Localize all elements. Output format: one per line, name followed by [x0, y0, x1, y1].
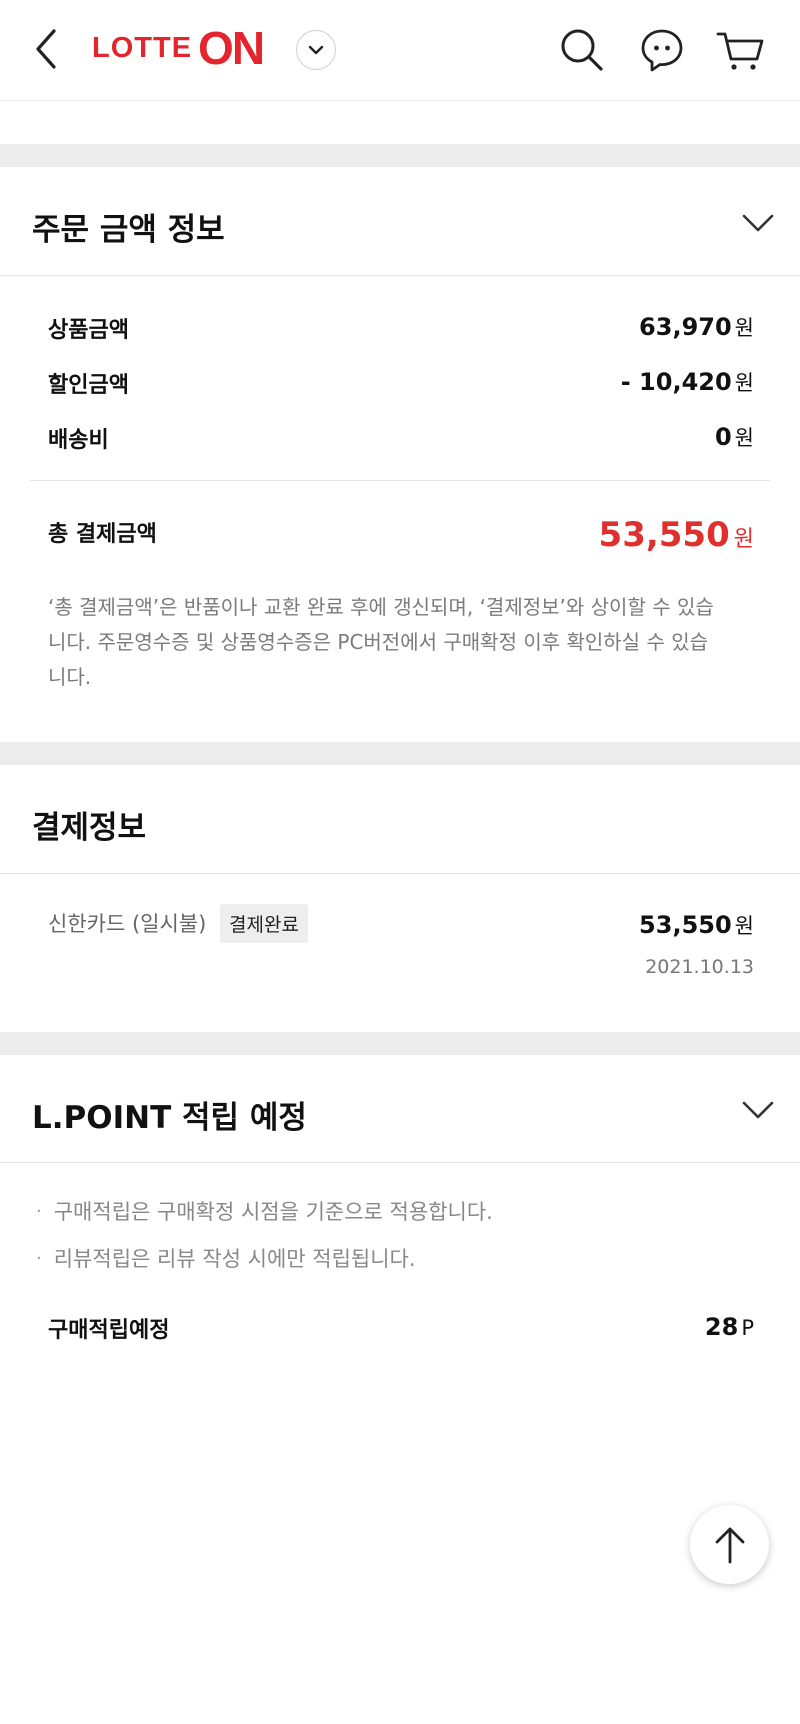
notice-line: ‘총 결제금액’은 반품이나 교환 완료 후에 갱신되며, ‘결제정보’와 상이…	[48, 595, 714, 619]
payment-date: 2021.10.13	[645, 956, 754, 978]
scroll-to-top-button[interactable]	[690, 1505, 769, 1584]
app-header: LOTTE ON	[0, 0, 800, 101]
chevron-down-icon	[742, 1101, 774, 1119]
lpoint-notice-text: 리뷰적립은 리뷰 작성 시에만 적립됩니다.	[53, 1247, 416, 1271]
logo-on-text: ON	[198, 22, 265, 74]
currency-unit: 원	[734, 371, 754, 395]
currency-unit: 원	[734, 426, 754, 450]
lpoint-notice-text: 구매적립은 구매확정 시점을 기준으로 적용합니다.	[53, 1200, 493, 1224]
arrow-up-icon	[715, 1527, 744, 1563]
order-amount-title: 주문 금액 정보	[32, 212, 225, 248]
lpoint-notice-item: · 구매적립은 구매확정 시점을 기준으로 적용합니다.	[36, 1196, 493, 1226]
section-separator	[0, 144, 800, 167]
back-arrow-icon	[36, 29, 56, 69]
bullet-dot: ·	[36, 1200, 42, 1222]
divider	[0, 1162, 800, 1163]
section-separator	[0, 742, 800, 765]
expected-points-number: 28	[704, 1313, 739, 1341]
product-amount-number: 63,970	[639, 313, 732, 341]
order-amount-toggle[interactable]	[740, 211, 776, 235]
notice-line: 니다.	[48, 665, 92, 689]
chevron-down-icon	[308, 45, 324, 55]
notice-line: 니다. 주문영수증 및 상품영수증은 PC버전에서 구매확정 이후 확인하실 수…	[48, 630, 708, 654]
lpoint-toggle[interactable]	[740, 1098, 776, 1122]
search-icon	[561, 29, 603, 71]
shipping-fee-number: 0	[714, 423, 732, 451]
back-button[interactable]	[28, 25, 68, 73]
payment-method: 신한카드 (일시불)	[48, 912, 207, 936]
discount-amount-number: - 10,420	[620, 368, 732, 396]
cart-icon	[716, 32, 764, 70]
product-amount-value: 63,970 원	[639, 312, 754, 342]
points-unit: P	[741, 1316, 754, 1340]
lotte-on-logo[interactable]: LOTTE ON	[92, 22, 265, 74]
chevron-down-icon	[742, 214, 774, 232]
total-payment-value: 53,550 원	[599, 515, 754, 555]
lpoint-notice-item: · 리뷰적립은 리뷰 작성 시에만 적립됩니다.	[36, 1243, 416, 1273]
payment-amount-number: 53,550	[639, 911, 732, 939]
currency-unit: 원	[733, 527, 754, 552]
expected-points-label: 구매적립예정	[48, 1318, 170, 1343]
shipping-fee-label: 배송비	[48, 428, 109, 453]
mall-select-button[interactable]	[296, 30, 336, 70]
total-payment-number: 53,550	[598, 515, 730, 555]
section-separator	[0, 1032, 800, 1055]
cart-button[interactable]	[716, 26, 764, 74]
chat-button[interactable]	[638, 26, 686, 74]
payment-amount-value: 53,550 원	[639, 910, 754, 940]
total-payment-label: 총 결제금액	[48, 522, 157, 547]
currency-unit: 원	[734, 316, 754, 340]
discount-amount-value: - 10,420 원	[621, 367, 754, 397]
total-payment-notice: ‘총 결제금액’은 반품이나 교환 완료 후에 갱신되며, ‘결제정보’와 상이…	[48, 590, 760, 695]
search-button[interactable]	[558, 26, 606, 74]
bullet-dot: ·	[36, 1247, 42, 1269]
discount-amount-label: 할인금액	[48, 373, 129, 398]
divider	[0, 873, 800, 874]
lpoint-title: L.POINT 적립 예정	[32, 1100, 307, 1136]
logo-lotte-text: LOTTE	[92, 31, 193, 64]
divider	[30, 480, 770, 481]
expected-points-value: 28 P	[705, 1313, 754, 1341]
shipping-fee-value: 0 원	[715, 422, 754, 452]
payment-info-title: 결제정보	[32, 810, 147, 846]
currency-unit: 원	[734, 914, 754, 938]
chat-bubble-icon	[641, 29, 683, 72]
product-amount-label: 상품금액	[48, 318, 129, 343]
payment-status-badge: 결제완료	[220, 904, 308, 943]
divider	[0, 275, 800, 276]
